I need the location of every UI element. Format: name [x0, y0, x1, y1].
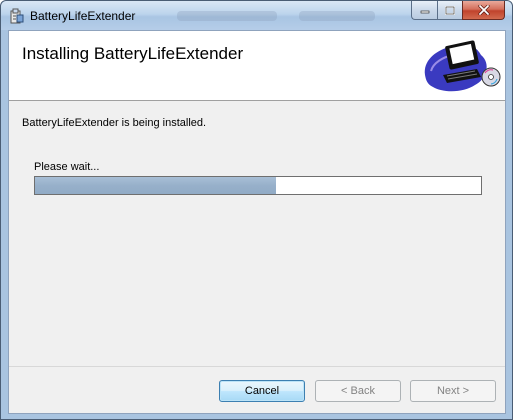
maximize-button[interactable] [437, 1, 462, 20]
please-wait-label: Please wait... [34, 161, 100, 173]
cancel-button[interactable]: Cancel [219, 380, 305, 402]
header-banner: Installing BatteryLifeExtender [9, 31, 505, 101]
footer-divider [9, 366, 505, 367]
minimize-icon [420, 10, 429, 14]
minimize-button[interactable] [411, 1, 437, 20]
title-glass-reflection [299, 11, 375, 21]
installer-package-icon [9, 8, 25, 24]
install-status-text: BatteryLifeExtender is being installed. [22, 117, 207, 129]
close-icon [477, 5, 490, 15]
back-button[interactable]: < Back [315, 380, 401, 402]
page-title: Installing BatteryLifeExtender [22, 44, 244, 63]
title-bar[interactable]: BatteryLifeExtender [1, 1, 512, 30]
title-glass-reflection [177, 11, 277, 21]
caption-buttons [411, 1, 505, 20]
installer-client-area: Installing BatteryLifeExtender BatteryLi… [8, 30, 506, 414]
install-progress-bar [34, 176, 482, 195]
close-button[interactable] [462, 1, 505, 20]
installer-window: BatteryLifeExtender Installing BatteryLi… [0, 0, 513, 420]
maximize-icon [445, 5, 455, 15]
next-button[interactable]: Next > [410, 380, 496, 402]
window-title: BatteryLifeExtender [30, 9, 136, 23]
computer-with-cd-icon [421, 35, 503, 97]
progress-fill [35, 177, 276, 194]
